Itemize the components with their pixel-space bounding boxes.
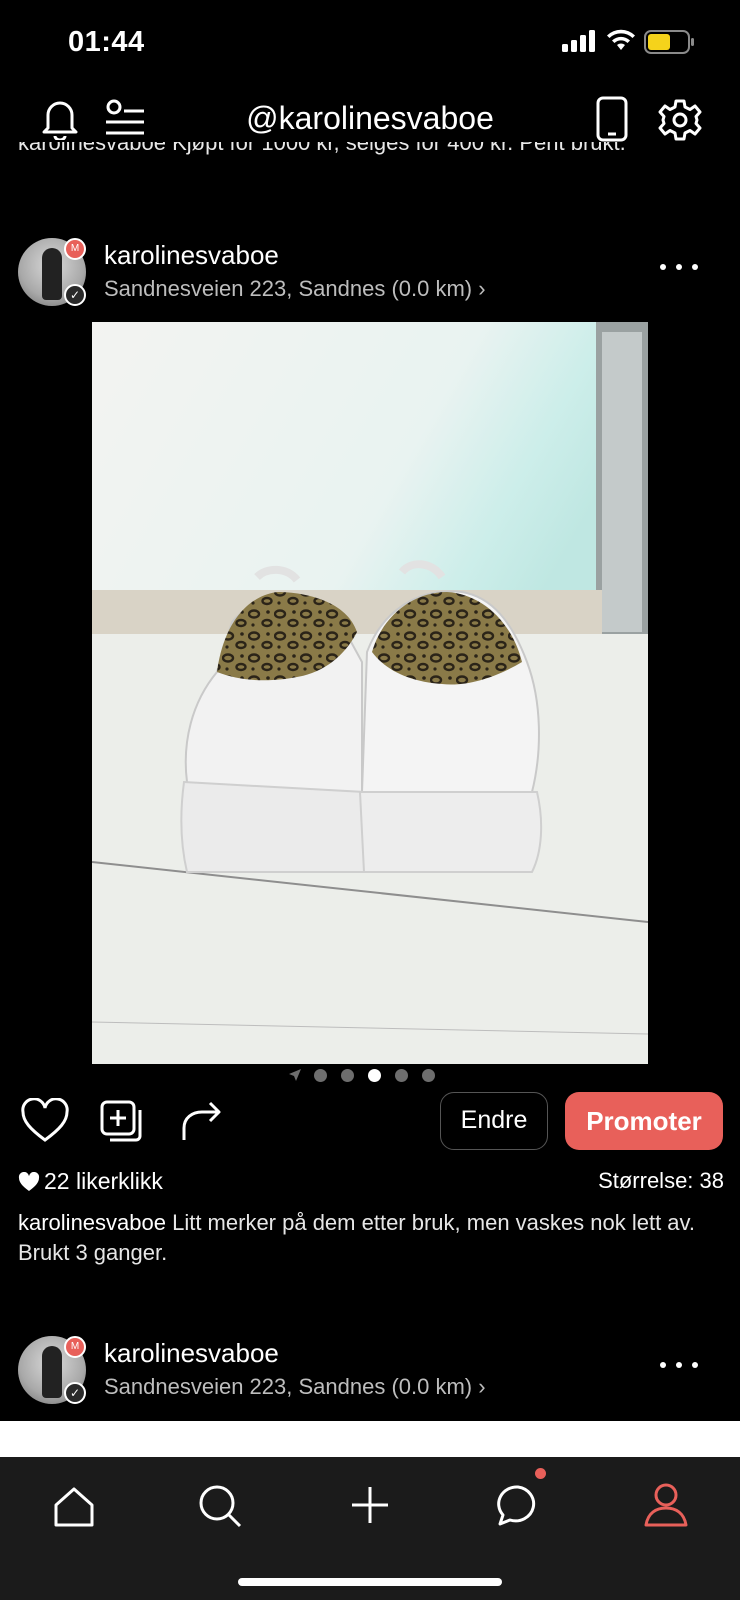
photo-pager[interactable]	[282, 1068, 482, 1082]
size-label: Størrelse: 38	[598, 1168, 724, 1193]
pager-dot-active[interactable]	[368, 1069, 381, 1082]
post-username[interactable]: karolinesvaboe	[104, 240, 279, 271]
search-icon[interactable]	[190, 1475, 250, 1535]
verified-check-icon: ✓	[64, 1382, 86, 1404]
previous-post-caption: karolinesvaboe Kjøpt for 1000 kr, selges…	[18, 142, 626, 155]
wifi-icon	[607, 29, 635, 50]
post-location[interactable]: Sandnesveien 223, Sandnes (0.0 km) ›	[104, 276, 486, 302]
post-photo[interactable]	[92, 322, 648, 1064]
signal-icon	[562, 30, 598, 52]
battery-icon	[644, 30, 694, 54]
sneakers-photo	[92, 322, 648, 1064]
status-bar: 01:44	[0, 0, 740, 80]
tab-bar	[0, 1457, 740, 1600]
more-options-icon[interactable]	[660, 1362, 698, 1372]
share-arrow-icon[interactable]	[180, 1098, 226, 1144]
unread-dot	[535, 1468, 546, 1479]
post-caption: karolinesvaboe Litt merker på dem etter …	[18, 1208, 728, 1268]
likes-count[interactable]: 22 likerklikk	[18, 1168, 163, 1195]
status-time: 01:44	[68, 26, 145, 58]
pager-dot[interactable]	[395, 1069, 408, 1082]
post-header[interactable]: M ✓ karolinesvaboe Sandnesveien 223, San…	[0, 238, 740, 318]
post-username[interactable]: karolinesvaboe	[104, 1338, 279, 1369]
merchant-badge: M	[64, 1336, 86, 1358]
plus-icon[interactable]	[340, 1475, 400, 1535]
next-post-photo[interactable]	[0, 1421, 740, 1457]
heart-filled-icon	[18, 1171, 40, 1191]
pager-dot[interactable]	[341, 1069, 354, 1082]
caption-username[interactable]: karolinesvaboe	[18, 1210, 166, 1235]
pager-dot[interactable]	[314, 1069, 327, 1082]
location-arrow-icon	[289, 1069, 301, 1081]
more-options-icon[interactable]	[660, 264, 698, 274]
add-to-collection-icon[interactable]	[98, 1098, 148, 1144]
heart-icon[interactable]	[20, 1098, 70, 1144]
chat-icon[interactable]	[488, 1475, 548, 1535]
promote-button[interactable]: Promoter	[565, 1092, 723, 1150]
post-header[interactable]: M ✓ karolinesvaboe Sandnesveien 223, San…	[0, 1336, 740, 1416]
pager-dot[interactable]	[422, 1069, 435, 1082]
verified-check-icon: ✓	[64, 284, 86, 306]
post-location[interactable]: Sandnesveien 223, Sandnes (0.0 km) ›	[104, 1374, 486, 1400]
profile-icon[interactable]	[636, 1475, 696, 1535]
merchant-badge: M	[64, 238, 86, 260]
home-icon[interactable]	[44, 1475, 104, 1535]
page-title: @karolinesvaboe	[246, 100, 494, 136]
edit-button[interactable]: Endre	[440, 1092, 548, 1150]
home-indicator[interactable]	[238, 1578, 502, 1586]
